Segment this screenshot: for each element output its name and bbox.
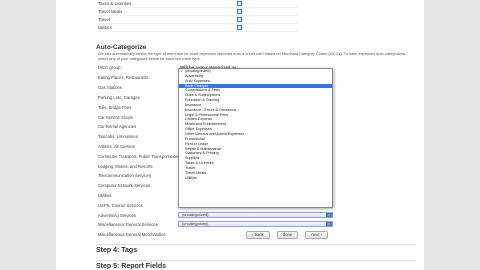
step-5-heading[interactable]: Step 5: Report Fields: [96, 263, 166, 270]
category-row: Travel Meals: [98, 8, 298, 16]
mcc-group-header: MCC group:: [98, 65, 122, 70]
enabled-checkbox[interactable]: [237, 1, 242, 6]
chevron-down-icon: ▾: [326, 213, 332, 217]
category-row: Travel: [98, 16, 298, 24]
category-label: Taxes & Licenses: [98, 1, 132, 6]
enabled-checkbox[interactable]: [237, 25, 242, 30]
dropdown-option[interactable]: Utilities: [179, 176, 332, 181]
right-margin: [424, 0, 480, 270]
back-button[interactable]: ‹ back: [246, 231, 270, 239]
category-label: Travel: [98, 17, 110, 22]
category-list-tail: Taxes & Licenses Travel Meals Travel Uti…: [98, 0, 298, 32]
enabled-checkbox[interactable]: [237, 17, 242, 22]
section-divider: [96, 260, 416, 261]
services-category-select[interactable]: (uncategorized) ▾: [178, 212, 333, 218]
auto-categorize-description: We can automatically detect the type of …: [98, 51, 407, 61]
category-label: Travel Meals: [98, 9, 123, 14]
section-divider: [96, 244, 416, 245]
select-value: (uncategorized): [182, 222, 209, 226]
mcc-group-label: Miscellaneous General Merchandise: [98, 232, 166, 238]
category-dropdown-menu[interactable]: ✓ (uncategorized) Advertising Auto Expens…: [178, 68, 333, 208]
merchandise-category-select[interactable]: (uncategorized) ▾: [178, 221, 333, 227]
category-row: Utilities: [98, 24, 298, 32]
next-button[interactable]: next ›: [305, 231, 329, 239]
category-row: Taxes & Licenses: [98, 0, 298, 8]
category-label: Utilities: [98, 25, 112, 30]
step-4-heading[interactable]: Step 4: Tags: [96, 247, 137, 254]
main-content: Taxes & Licenses Travel Meals Travel Uti…: [62, 0, 418, 270]
done-button[interactable]: done: [276, 231, 299, 239]
select-value: (uncategorized): [182, 213, 209, 217]
auto-categorize-title: Auto-Categorize: [96, 44, 147, 51]
chevron-down-icon: ▾: [326, 222, 332, 226]
left-margin: [0, 0, 56, 270]
enabled-checkbox[interactable]: [237, 9, 242, 14]
wizard-nav-buttons: ‹ back done next ›: [246, 231, 329, 239]
